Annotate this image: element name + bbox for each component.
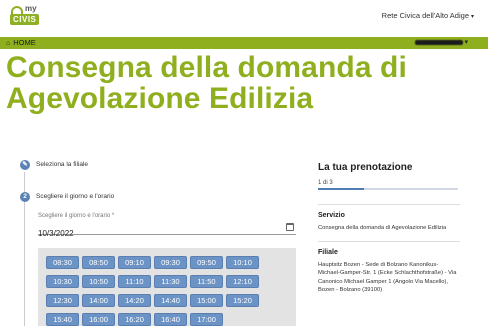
booking-steps: ✎ Seleziona la filiale 2 Scegliere il gi… <box>20 158 300 208</box>
service-heading: Servizio <box>318 212 345 219</box>
time-slot-button[interactable]: 16:20 <box>118 313 151 326</box>
time-slot-button[interactable]: 09:50 <box>190 256 223 269</box>
calendar-icon[interactable] <box>286 223 294 231</box>
step-label: Seleziona la filiale <box>36 161 89 168</box>
time-slot-button[interactable]: 10:50 <box>82 275 115 288</box>
time-slot-button[interactable]: 17:00 <box>190 313 223 326</box>
step-number-badge: 2 <box>20 192 30 202</box>
time-slot-button[interactable]: 16:00 <box>82 313 115 326</box>
time-slot-button[interactable]: 15:00 <box>190 294 223 307</box>
time-slot-button[interactable]: 12:30 <box>46 294 79 307</box>
time-slot-button[interactable]: 10:10 <box>226 256 259 269</box>
date-value[interactable]: 10/3/2022 <box>38 229 74 238</box>
chevron-down-icon: ▾ <box>470 14 474 20</box>
time-slot-grid: 08:30 08:50 09:10 09:30 09:50 10:10 10:30 10:50… <box>46 256 290 326</box>
mycivis-logo[interactable]: my CIVIS <box>7 4 47 32</box>
branch-heading: Filiale <box>318 248 338 256</box>
logo-civis-text: CIVIS <box>10 14 40 25</box>
date-picker: Scegliere il giorno e l'orario * 10/3/20… <box>38 213 296 238</box>
summary-title: La tua prenotazione <box>318 162 413 173</box>
user-menu[interactable]: ▾ <box>414 38 468 48</box>
booking-summary: La tua prenotazione 1 di 3 Servizio Cons… <box>318 162 460 295</box>
service-value: Consegna della domanda di Agevolazione E… <box>318 225 447 231</box>
divider <box>318 240 460 242</box>
date-field[interactable]: 10/3/2022 <box>38 223 296 238</box>
time-slot-button[interactable]: 09:30 <box>154 256 187 269</box>
home-link[interactable]: ⌂ HOME <box>6 38 36 49</box>
branch-value: Hauptsitz Bozen - Sede di Bolzano Kanoni… <box>318 261 457 294</box>
home-label: HOME <box>13 38 36 47</box>
chevron-down-icon: ▾ <box>462 39 468 46</box>
step-choose-time[interactable]: 2 Scegliere il giorno e l'orario <box>20 190 300 208</box>
time-slot-button[interactable]: 16:40 <box>154 313 187 326</box>
time-slot-button[interactable]: 11:10 <box>118 275 151 288</box>
progress-bar <box>318 188 458 190</box>
time-slot-button[interactable]: 11:30 <box>154 275 187 288</box>
time-slot-button[interactable]: 08:50 <box>82 256 115 269</box>
time-slot-button[interactable]: 11:50 <box>190 275 223 288</box>
user-avatar-redacted <box>414 39 463 45</box>
time-slot-button[interactable]: 08:30 <box>46 256 79 269</box>
time-slot-button[interactable]: 15:40 <box>46 313 79 326</box>
time-slot-button[interactable]: 14:40 <box>154 294 187 307</box>
time-slot-button[interactable]: 14:00 <box>82 294 115 307</box>
pencil-icon: ✎ <box>20 160 30 170</box>
divider <box>318 204 460 205</box>
top-header: my CIVIS Rete Civica dell'Alto Adige ▾ <box>0 0 488 36</box>
page-title: Consegna della domanda di Agevolazione E… <box>6 51 407 115</box>
date-field-label: Scegliere il giorno e l'orario * <box>38 213 115 219</box>
time-slot-button[interactable]: 10:30 <box>46 275 79 288</box>
progress-fill <box>318 188 365 190</box>
portal-link-label: Rete Civica dell'Alto Adige <box>381 11 469 20</box>
time-slot-button[interactable]: 12:10 <box>226 275 259 288</box>
time-slots-panel: 08:30 08:50 09:10 09:30 09:50 10:10 10:30 10:50… <box>38 248 296 326</box>
step-label: Scegliere il giorno e l'orario <box>36 193 115 200</box>
step-select-branch[interactable]: ✎ Seleziona la filiale <box>20 158 300 176</box>
time-slot-button[interactable]: 09:10 <box>118 256 151 269</box>
time-slot-button[interactable]: 15:20 <box>226 294 259 307</box>
home-icon: ⌂ <box>6 40 11 47</box>
portal-dropdown[interactable]: Rete Civica dell'Alto Adige ▾ <box>382 11 474 20</box>
main-navbar: ⌂ HOME ▾ <box>0 37 488 49</box>
progress-text: 1 di 3 <box>318 180 333 186</box>
logo-my-text: my <box>25 4 37 13</box>
time-slot-button[interactable]: 14:20 <box>118 294 151 307</box>
